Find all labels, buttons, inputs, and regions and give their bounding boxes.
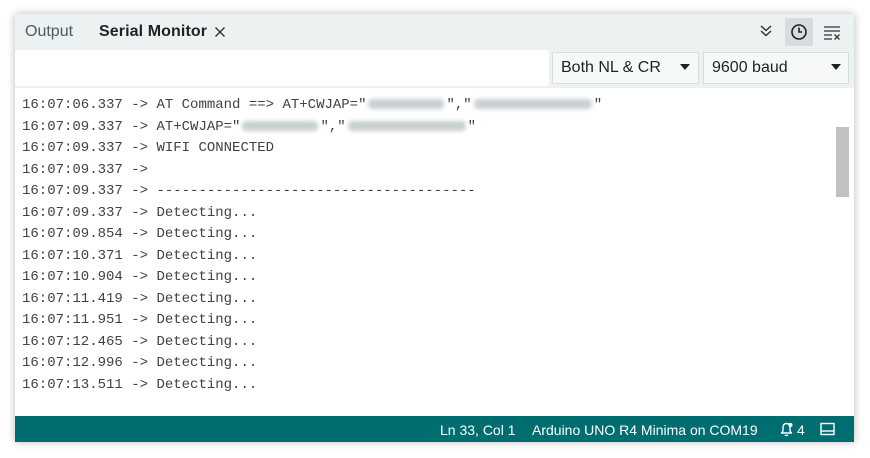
log-line: 16:07:10.904 -> Detecting... [22,267,602,289]
log-timestamp: 16:07:06.337 [22,97,123,113]
log-line: 16:07:06.337 -> AT Command ==> AT+CWJAP=… [22,95,602,117]
autoscroll-button[interactable] [752,18,780,46]
log-message: Detecting... [156,204,258,221]
log-line: 16:07:11.419 -> Detecting... [22,289,602,311]
clear-output-button[interactable] [818,18,846,46]
log-timestamp: 16:07:13.511 [22,376,123,393]
log-line: 16:07:09.854 -> Detecting... [22,224,602,246]
log-message: Detecting... [156,247,258,264]
log-lines: 16:07:06.337 -> AT Command ==> AT+CWJAP=… [22,95,602,396]
log-arrow: -> [122,183,157,200]
log-message: Detecting... [156,376,258,393]
redacted-ssid [242,120,319,131]
log-arrow: -> [122,161,157,178]
log-arrow: -> [122,269,157,286]
log-timestamp: 16:07:11.419 [22,290,123,307]
log-message: Detecting... [156,290,258,307]
tab-output[interactable]: Output [25,14,73,50]
toggle-panel-icon[interactable] [820,422,835,436]
bell-icon[interactable] [779,422,794,437]
caret-down-icon [831,64,841,70]
log-arrow: -> [122,97,157,113]
line-ending-value: Both NL & CR [561,59,661,76]
log-quote: " [593,97,603,113]
log-separator: "," [446,97,472,113]
log-message: AT+CWJAP=" [156,118,241,135]
log-timestamp: 16:07:09.854 [22,226,123,243]
redacted-password [473,99,592,110]
log-arrow: -> [122,376,157,393]
log-timestamp: 16:07:11.951 [22,312,123,329]
redacted-password [347,120,466,131]
log-line: 16:07:13.511 -> Detecting... [22,375,602,397]
toggle-timestamp-button[interactable] [785,18,813,46]
log-arrow: -> [122,247,157,264]
vertical-scrollbar-thumb[interactable] [836,127,849,197]
message-input[interactable] [15,50,549,86]
status-bar: Ln 33, Col 1 Arduino UNO R4 Minima on CO… [15,416,854,442]
log-message: Detecting... [156,226,258,243]
log-arrow: -> [122,118,157,135]
log-line: 16:07:09.337 -> WIFI CONNECTED [22,138,602,160]
log-timestamp: 16:07:12.996 [22,355,123,372]
log-timestamp: 16:07:09.337 [22,161,123,178]
double-chevron-down-icon [760,25,772,37]
log-arrow: -> [122,204,157,221]
log-message: WIFI CONNECTED [156,140,275,157]
serial-input-row: Both NL & CR 9600 baud [15,50,854,88]
notification-count: 4 [797,422,805,438]
log-message: Detecting... [156,333,258,350]
close-icon[interactable] [212,24,228,40]
redacted-ssid [368,99,445,110]
baud-rate-value: 9600 baud [712,59,788,76]
baud-rate-select[interactable]: 9600 baud [703,52,849,84]
log-line: 16:07:12.996 -> Detecting... [22,353,602,375]
log-timestamp: 16:07:09.337 [22,140,123,157]
log-arrow: -> [122,290,157,307]
log-timestamp: 16:07:09.337 [22,204,123,221]
clock-icon [791,24,807,40]
log-arrow: -> [122,355,157,372]
log-arrow: -> [122,312,157,329]
log-message: Detecting... [156,355,258,372]
log-line: 16:07:09.337 -> ------------------------… [22,181,602,203]
clear-output-icon [824,26,840,40]
log-arrow: -> [122,333,157,350]
serial-monitor-panel: Output Serial Monitor Both NL & CR 9600 … [15,14,854,442]
log-timestamp: 16:07:09.337 [22,183,123,200]
log-message: Detecting... [156,269,258,286]
log-message: Detecting... [156,312,258,329]
log-line: 16:07:11.951 -> Detecting... [22,310,602,332]
log-arrow: -> [122,226,157,243]
log-line: 16:07:10.371 -> Detecting... [22,246,602,268]
board-port-status[interactable]: Arduino UNO R4 Minima on COM19 [532,416,758,442]
log-quote: " [467,118,477,135]
log-arrow: -> [122,140,157,157]
tab-serial-monitor[interactable]: Serial Monitor [99,14,207,50]
log-timestamp: 16:07:10.904 [22,269,123,286]
log-message: AT Command ==> AT+CWJAP=" [156,97,367,113]
serial-output-log[interactable]: 16:07:06.337 -> AT Command ==> AT+CWJAP=… [15,88,854,416]
log-separator: "," [320,118,346,135]
log-message: -------------------------------------- [156,183,476,200]
log-timestamp: 16:07:12.465 [22,333,123,350]
log-line: 16:07:09.337 -> [22,160,602,182]
log-timestamp: 16:07:10.371 [22,247,123,264]
log-line: 16:07:09.337 -> Detecting... [22,203,602,225]
log-line: 16:07:09.337 -> AT+CWJAP=" "," " [22,117,602,139]
log-timestamp: 16:07:09.337 [22,118,123,135]
caret-down-icon [680,64,690,70]
log-line: 16:07:12.465 -> Detecting... [22,332,602,354]
cursor-position[interactable]: Ln 33, Col 1 [440,416,516,442]
panel-tab-bar: Output Serial Monitor [15,14,854,50]
line-ending-select[interactable]: Both NL & CR [552,52,699,84]
